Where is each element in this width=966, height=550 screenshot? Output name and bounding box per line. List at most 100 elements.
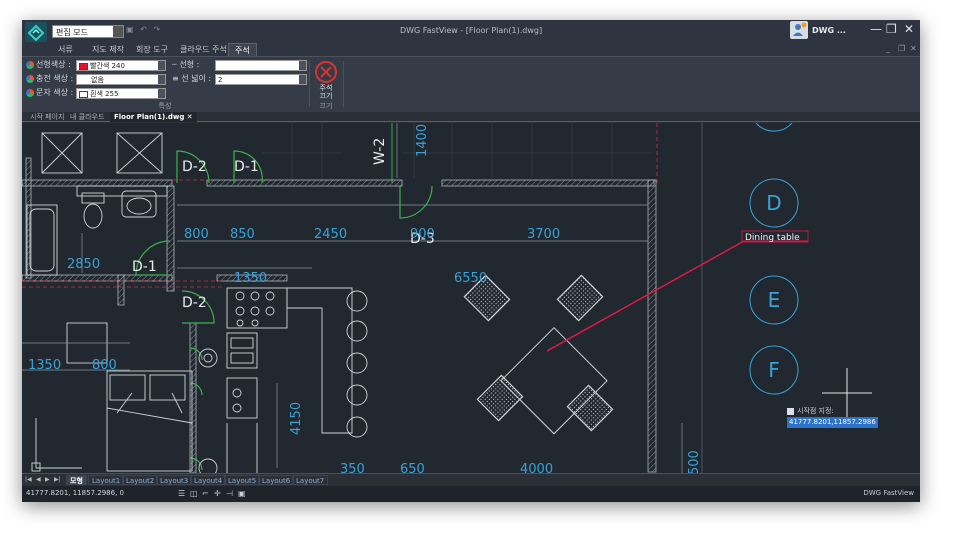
drawing-canvas[interactable]: D-2 D-1 D-1 D-2 D-3 W-2 800 850 2450 900… <box>22 123 920 473</box>
tab-layout7[interactable]: Layout7 <box>292 475 329 485</box>
callout-dining-table[interactable]: Dining table <box>745 233 800 243</box>
dim-350: 350 <box>340 462 365 473</box>
ribbon-panel: 선형색상 : 빨간색 240 충전 색상 : 없음 문자 색상 : 흰색 255… <box>22 56 920 112</box>
dim-1400: 1400 <box>415 124 430 157</box>
last-layout-icon[interactable]: ▶| <box>54 476 61 483</box>
chevron-down-icon <box>158 61 165 70</box>
room-label-w2: W-2 <box>372 138 388 165</box>
tab-layout2[interactable]: Layout2 <box>122 475 159 485</box>
line-color-value: 빨간색 240 <box>90 62 125 70</box>
fill-color-dropdown[interactable]: 없음 <box>76 74 166 85</box>
lineweight-icon: ≡ <box>172 74 179 83</box>
document-tab-bar: 시작 페이지 내 클라우드 Floor Plan(1).dwg ✕ <box>22 112 920 122</box>
color-wheel-icon <box>26 74 34 83</box>
drawing-labels: D-2 D-1 D-1 D-2 D-3 W-2 800 850 2450 900… <box>28 124 800 473</box>
tab-layout5[interactable]: Layout5 <box>224 475 261 485</box>
prev-layout-icon[interactable]: ◀ <box>36 476 41 483</box>
chevron-down-icon <box>158 89 165 98</box>
tab-floor-plan[interactable]: Floor Plan(1).dwg ✕ <box>110 112 197 122</box>
dim-2850: 2850 <box>67 257 100 272</box>
text-color-label: 문자 색상 : <box>36 88 74 97</box>
close-annotation-label-1: 주석 <box>319 84 333 92</box>
linetype-label: 선형 : <box>179 60 200 69</box>
command-prompt-label: 시작점 지정: <box>797 407 834 415</box>
tab-map-making[interactable]: 지도 제작 <box>86 43 130 56</box>
otrack-icon[interactable]: ▣ <box>238 489 246 498</box>
next-layout-icon[interactable]: ▶ <box>45 476 50 483</box>
command-input[interactable]: 41777.8201,11857.2986 <box>787 417 878 428</box>
fill-color-label: 충전 색상 : <box>36 74 74 83</box>
tab-layout1[interactable]: Layout1 <box>88 475 125 485</box>
restore-button[interactable]: ❐ <box>886 22 897 36</box>
lineweight-dropdown[interactable]: 2 <box>215 74 307 85</box>
dim-650: 650 <box>400 462 425 473</box>
user-icon <box>793 22 807 36</box>
room-label-d2: D-2 <box>182 159 207 175</box>
tab-model[interactable]: 모형 <box>66 475 87 485</box>
tab-annotation[interactable]: 주석 <box>228 43 257 57</box>
dim-6550: 6550 <box>454 271 487 286</box>
close-group-label: 끄기 <box>319 102 333 110</box>
properties-group-label: 특성 <box>158 102 172 110</box>
tab-tools[interactable]: 회장 도구 <box>130 43 174 56</box>
osnap-icon[interactable]: ⊣ <box>226 489 233 498</box>
chevron-down-icon <box>158 75 165 84</box>
line-color-dropdown[interactable]: 빨간색 240 <box>76 60 166 71</box>
tab-documents[interactable]: 서류 <box>52 43 79 56</box>
dim-850: 850 <box>230 227 255 242</box>
close-icon[interactable]: ✕ <box>187 113 193 121</box>
grid-icon[interactable]: ☰ <box>178 489 185 498</box>
tab-layout3[interactable]: Layout3 <box>156 475 193 485</box>
user-avatar[interactable] <box>790 21 808 39</box>
minimize-button[interactable]: — <box>870 22 882 36</box>
user-name[interactable]: DWG ... <box>812 26 846 35</box>
dim-2450: 2450 <box>314 227 347 242</box>
close-annotation-icon[interactable] <box>315 61 337 83</box>
first-layout-icon[interactable]: |◀ <box>25 476 32 483</box>
close-button[interactable]: ✕ <box>904 22 914 36</box>
linetype-icon: ┄ <box>172 60 177 69</box>
linetype-dropdown[interactable] <box>215 60 307 71</box>
window-title: DWG FastView - [Floor Plan(1).dwg] <box>399 26 543 35</box>
tab-my-cloud[interactable]: 내 클라우드 <box>66 112 108 122</box>
tab-layout6[interactable]: Layout6 <box>258 475 295 485</box>
grid-label-e: E <box>768 288 781 312</box>
dim-800-left: 800 <box>92 358 117 373</box>
text-color-dropdown[interactable]: 흰색 255 <box>76 88 166 99</box>
dim-4150: 4150 <box>289 402 304 435</box>
dim-3700: 3700 <box>527 227 560 242</box>
tab-layout4[interactable]: Layout4 <box>190 475 227 485</box>
fill-color-value: 없음 <box>91 76 104 84</box>
tab-cloud-annotation[interactable]: 클라우드 주석 <box>174 43 233 56</box>
dim-800: 800 <box>184 227 209 242</box>
color-wheel-icon <box>26 88 34 97</box>
grid-label-d: D <box>766 191 781 215</box>
ortho-icon[interactable]: ⌐ <box>202 489 209 498</box>
doc-restore-button[interactable]: ❐ <box>898 44 905 53</box>
doc-minimize-button[interactable]: _ <box>886 44 890 53</box>
dim-4000: 4000 <box>520 462 553 473</box>
room-label-d1-lower: D-1 <box>132 259 157 275</box>
command-prompt: 시작점 지정: 41777.8201,11857.2986 <box>787 406 920 428</box>
status-bar: 41777.8201, 11857.2986, 0 ☰ ◫ ⌐ ✛ ⊣ ▣ DW… <box>22 486 920 502</box>
close-annotation-button[interactable]: 주석 끄기 <box>311 84 341 100</box>
coordinate-readout: 41777.8201, 11857.2986, 0 <box>26 489 124 497</box>
layout-tab-bar: |◀ ◀ ▶ ▶| 모형 Layout1 Layout2 Layout3 Lay… <box>22 473 920 485</box>
polar-icon[interactable]: ✛ <box>214 489 221 498</box>
ribbon-tab-bar: 서류 지도 제작 회장 도구 클라우드 주석 주석 _ ❐ ✕ <box>22 42 920 57</box>
chevron-down-icon <box>299 75 306 84</box>
app-window: 편집 모드 ▣ ↶ ↷ DWG FastView - [Floor Plan(1… <box>22 20 920 502</box>
room-label-d1: D-1 <box>234 159 259 175</box>
chevron-down-icon <box>299 61 306 70</box>
color-wheel-icon <box>26 60 34 69</box>
snap-icon[interactable]: ◫ <box>190 489 198 498</box>
tab-start-page[interactable]: 시작 페이지 <box>26 112 68 122</box>
title-bar: 편집 모드 ▣ ↶ ↷ DWG FastView - [Floor Plan(1… <box>22 20 920 44</box>
doc-close-button[interactable]: ✕ <box>910 44 917 53</box>
ribbon-divider <box>343 61 344 107</box>
dim-1350-left: 1350 <box>28 358 61 373</box>
tab-floor-plan-label: Floor Plan(1).dwg <box>114 113 185 121</box>
grid-label-f: F <box>768 358 780 382</box>
white-swatch <box>79 90 88 98</box>
lineweight-value: 2 <box>218 76 223 84</box>
